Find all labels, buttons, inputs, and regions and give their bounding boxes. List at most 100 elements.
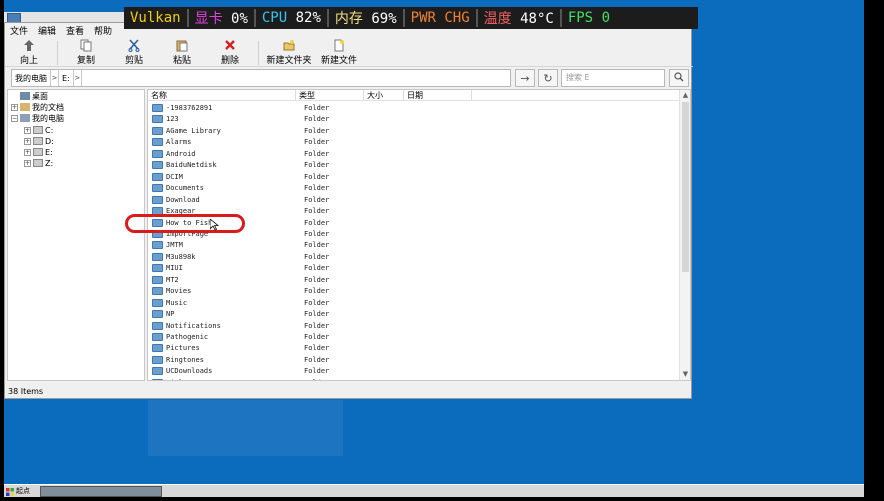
- file-row[interactable]: Documents Folder: [148, 182, 680, 194]
- refresh-icon: ↻: [543, 71, 553, 85]
- file-row[interactable]: Pathogenic Folder: [148, 331, 680, 343]
- expand-icon[interactable]: +: [11, 103, 18, 111]
- scroll-down-icon[interactable]: ▼: [680, 369, 690, 380]
- file-row[interactable]: Android Folder: [148, 148, 680, 160]
- column-type[interactable]: 类型: [296, 90, 364, 101]
- chevron-right-icon[interactable]: >: [50, 70, 59, 86]
- column-name[interactable]: 名称: [148, 90, 296, 101]
- file-row[interactable]: DCIM Folder: [148, 171, 680, 183]
- file-row[interactable]: Winlator Folder: [148, 377, 680, 380]
- cut-button[interactable]: 剪贴: [110, 39, 158, 66]
- performance-overlay: Vulkan 显卡 0% CPU 82% 内存 69% PWR CHG 温度 4…: [124, 7, 698, 29]
- menu-view[interactable]: 查看: [61, 25, 89, 39]
- go-button[interactable]: →: [515, 69, 535, 87]
- folder-icon: [152, 195, 163, 204]
- file-row[interactable]: MIUI Folder: [148, 262, 680, 274]
- up-button[interactable]: 向上: [5, 39, 53, 66]
- expand-icon[interactable]: +: [24, 148, 31, 156]
- folder-icon: [152, 126, 163, 135]
- expand-icon[interactable]: +: [24, 137, 31, 145]
- file-name: MT2: [166, 275, 179, 284]
- refresh-button[interactable]: ↻: [538, 69, 558, 87]
- file-name: MIUI: [166, 264, 183, 273]
- file-row[interactable]: M3u898k Folder: [148, 251, 680, 263]
- file-row[interactable]: -1983762891 Folder: [148, 102, 680, 114]
- delete-button[interactable]: 删除: [206, 39, 254, 66]
- menu-file[interactable]: 文件: [5, 25, 33, 39]
- menu-bar: 文件 编辑 查看 帮助: [5, 25, 117, 39]
- folder-icon: [152, 172, 163, 181]
- tree-label: C:: [45, 125, 54, 135]
- paste-button[interactable]: 粘贴: [158, 39, 206, 66]
- file-row[interactable]: 123 Folder: [148, 113, 680, 125]
- mouse-cursor-icon: [210, 219, 220, 231]
- chevron-right-icon[interactable]: >: [72, 70, 82, 86]
- file-type: Folder: [304, 115, 330, 124]
- tree-item-computer[interactable]: − 我的电脑: [11, 113, 64, 123]
- new-file-button[interactable]: 新建文件: [315, 39, 363, 66]
- file-manager-window: 文件 编辑 查看 帮助 向上 复制 剪贴 粘贴 删除 新建文件夹 新建文件 我的…: [4, 22, 693, 399]
- file-row[interactable]: NP Folder: [148, 308, 680, 320]
- tree-item-drive-e[interactable]: + E:: [24, 147, 53, 157]
- file-name: Documents: [166, 184, 204, 193]
- folder-icon: [152, 310, 163, 319]
- start-button[interactable]: 起点: [6, 486, 36, 497]
- file-name: -1983762891: [166, 104, 213, 112]
- overlay-gpu: 显卡 0%: [189, 8, 254, 28]
- file-name: Ringtones: [166, 355, 204, 364]
- new-folder-button[interactable]: 新建文件夹: [263, 39, 315, 66]
- tree-item-desktop[interactable]: 桌面: [20, 91, 48, 101]
- collapse-icon[interactable]: −: [11, 114, 18, 122]
- file-row[interactable]: Movies Folder: [148, 285, 680, 297]
- tree-item-drive-c[interactable]: + C:: [24, 125, 53, 135]
- gpu-label: 显卡: [194, 11, 223, 27]
- file-row[interactable]: JMTM Folder: [148, 239, 680, 251]
- vertical-scrollbar[interactable]: ▲ ▼: [679, 90, 690, 380]
- taskbar-window-item[interactable]: [40, 486, 162, 497]
- scroll-up-icon[interactable]: ▲: [680, 90, 690, 101]
- file-name: Pathogenic: [166, 333, 209, 341]
- ghost-window-remnant: [148, 400, 343, 456]
- file-row[interactable]: Ringtones Folder: [148, 354, 680, 366]
- file-row[interactable]: Alarms Folder: [148, 136, 680, 148]
- file-row[interactable]: AGame Library Folder: [148, 125, 680, 137]
- scroll-thumb[interactable]: [682, 102, 689, 272]
- file-row[interactable]: MT2 Folder: [148, 274, 680, 286]
- file-type: Folder: [304, 172, 330, 181]
- paste-icon: [176, 39, 188, 52]
- file-row[interactable]: BaiduNetdisk Folder: [148, 159, 680, 171]
- file-name: Android: [166, 149, 196, 158]
- search-icon: [674, 71, 684, 85]
- gpu-value: 0%: [231, 11, 248, 27]
- new-file-icon: [333, 39, 345, 52]
- breadcrumb-computer[interactable]: 我的电脑: [12, 70, 50, 86]
- tree-item-drive-z[interactable]: + Z:: [24, 158, 53, 168]
- address-bar[interactable]: 我的电脑 > E: >: [11, 69, 511, 87]
- temp-label: 温度: [483, 11, 512, 27]
- menu-edit[interactable]: 编辑: [33, 25, 61, 39]
- breadcrumb-drive[interactable]: E:: [59, 70, 73, 86]
- file-name: Download: [166, 195, 200, 204]
- column-size[interactable]: 大小: [364, 90, 404, 101]
- tree-item-drive-d[interactable]: + D:: [24, 136, 54, 146]
- toolbar: 向上 复制 剪贴 粘贴 删除 新建文件夹 新建文件: [5, 39, 693, 67]
- folder-icon: [152, 138, 163, 147]
- search-button[interactable]: [669, 69, 689, 87]
- expand-icon[interactable]: +: [24, 159, 31, 167]
- expand-icon[interactable]: +: [24, 126, 31, 134]
- file-row[interactable]: Music Folder: [148, 297, 680, 309]
- file-row[interactable]: Pictures Folder: [148, 342, 680, 354]
- overlay-mem: 内存 69%: [329, 8, 403, 28]
- temp-value: 48°C: [520, 11, 554, 27]
- arrow-right-icon: →: [520, 71, 530, 85]
- file-row[interactable]: Notifications Folder: [148, 320, 680, 332]
- search-input[interactable]: 搜索 E: [561, 69, 665, 87]
- file-row[interactable]: Download Folder: [148, 194, 680, 206]
- copy-button[interactable]: 复制: [62, 39, 110, 66]
- toolbar-divider: [57, 41, 58, 65]
- drive-icon: [33, 148, 43, 156]
- tree-item-documents[interactable]: + 我的文档: [11, 102, 64, 112]
- column-date[interactable]: 日期: [404, 90, 472, 101]
- menu-help[interactable]: 帮助: [89, 25, 117, 39]
- file-row[interactable]: UCDownloads Folder: [148, 365, 680, 377]
